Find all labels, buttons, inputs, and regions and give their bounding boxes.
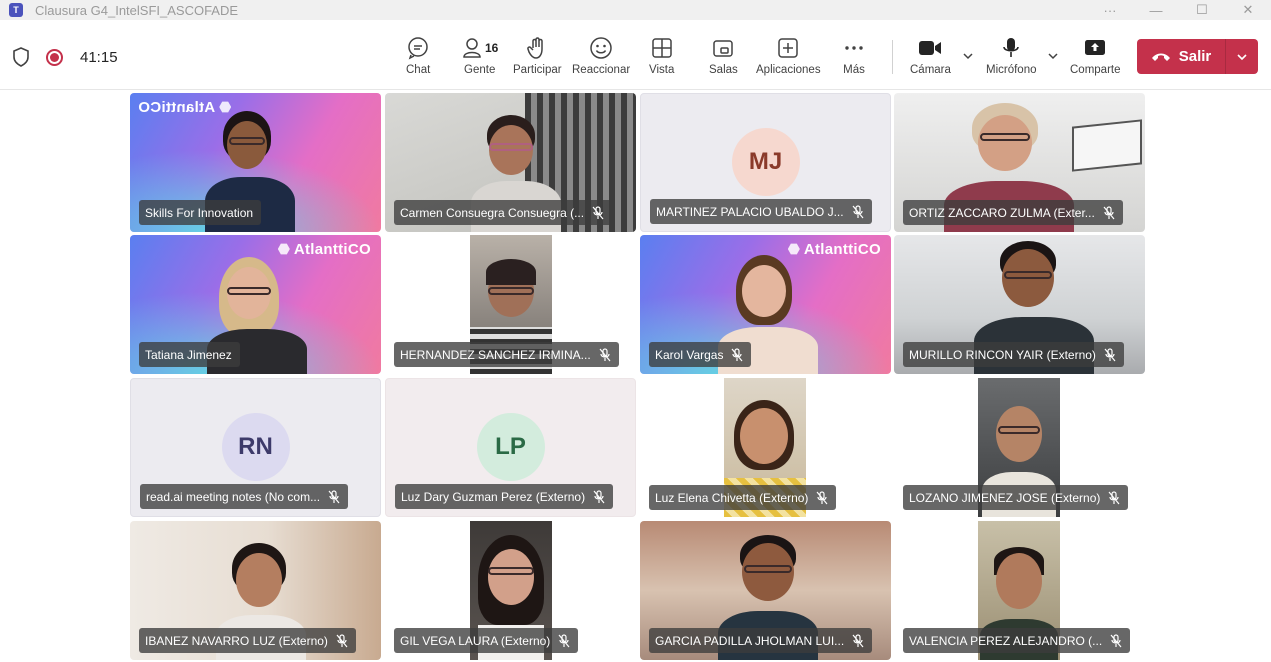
camera-icon xyxy=(917,36,943,60)
toolbar-divider xyxy=(892,40,893,74)
participant-tile[interactable]: GIL VEGA LAURA (Externo) xyxy=(385,521,636,660)
participant-name-tag: MURILLO RINCON YAIR (Externo) xyxy=(903,342,1124,367)
mic-muted-icon xyxy=(328,489,340,503)
participant-name-tag: LOZANO JIMENEZ JOSE (Externo) xyxy=(903,485,1129,510)
participant-name-tag: GIL VEGA LAURA (Externo) xyxy=(394,628,579,653)
add-app-icon xyxy=(776,36,800,60)
participant-tile[interactable]: Luz Elena Chivetta (Externo) xyxy=(640,378,891,517)
mic-muted-icon xyxy=(732,347,743,361)
participant-name-tag: Luz Dary Guzman Perez (Externo) xyxy=(395,484,614,509)
share-button[interactable]: Comparte xyxy=(1070,36,1121,82)
participant-name-tag: IBANEZ NAVARRO LUZ (Externo) xyxy=(139,628,356,653)
grid-view-icon xyxy=(650,36,674,60)
participant-name-tag: VALENCIA PEREZ ALEJANDRO (... xyxy=(903,628,1131,653)
participant-name-tag: ORTIZ ZACCARO ZULMA (Exter... xyxy=(903,200,1123,225)
participant-name-tag: Luz Elena Chivetta (Externo) xyxy=(649,485,837,510)
participant-tile[interactable]: AtlanttiCO Karol Vargas xyxy=(640,235,891,374)
participant-tile[interactable]: HERNANDEZ SANCHEZ IRMINA... xyxy=(385,235,636,374)
people-button[interactable]: 16 Gente xyxy=(461,36,498,82)
window-controls: ··· — ☐ ✕ xyxy=(1087,0,1271,20)
people-count: 16 xyxy=(485,41,499,55)
chat-icon xyxy=(406,36,430,60)
mic-muted-icon xyxy=(558,633,570,647)
meeting-timer: 41:15 xyxy=(80,49,118,66)
mic-muted-icon xyxy=(592,205,604,219)
atlantico-logo: AtlanttiCO xyxy=(277,241,371,258)
window-title-bar: T Clausura G4_IntelSFI_ASCOFADE ··· — ☐ … xyxy=(0,0,1271,20)
shield-icon xyxy=(13,47,29,67)
people-icon xyxy=(463,38,481,58)
mic-muted-icon xyxy=(599,347,611,361)
leave-button[interactable]: Salir xyxy=(1137,39,1225,74)
close-button[interactable]: ✕ xyxy=(1225,0,1271,20)
video-grid: AtlanttiCO Skills For Innovation Carmen … xyxy=(0,91,1271,662)
participant-tile[interactable]: MURILLO RINCON YAIR (Externo) xyxy=(894,235,1145,374)
rooms-button[interactable]: Salas xyxy=(709,36,738,82)
participant-tile[interactable]: MJ MARTINEZ PALACIO UBALDO J... xyxy=(640,93,891,232)
hand-icon xyxy=(525,36,549,60)
minimize-button[interactable]: — xyxy=(1133,0,1179,20)
participant-name-tag: Tatiana Jimenez xyxy=(139,342,240,367)
leave-options-chevron-icon[interactable] xyxy=(1226,51,1258,63)
breakout-rooms-icon xyxy=(711,36,735,60)
mic-muted-icon xyxy=(336,633,348,647)
mic-muted-icon xyxy=(1103,205,1115,219)
avatar: LP xyxy=(476,413,545,481)
more-options-icon[interactable]: ··· xyxy=(1087,0,1133,20)
participant-tile[interactable]: ORTIZ ZACCARO ZULMA (Exter... xyxy=(894,93,1145,232)
recording-icon xyxy=(46,49,63,66)
participant-name-tag: read.ai meeting notes (No com... xyxy=(140,484,349,509)
participant-tile[interactable]: IBANEZ NAVARRO LUZ (Externo) xyxy=(130,521,381,660)
participant-name-tag: Karol Vargas xyxy=(649,342,752,367)
view-button[interactable]: Vista xyxy=(649,36,674,82)
mic-muted-icon xyxy=(1104,347,1116,361)
avatar: RN xyxy=(221,413,290,481)
participant-name-tag: Skills For Innovation xyxy=(139,200,262,225)
mic-muted-icon xyxy=(593,489,605,503)
mic-muted-icon xyxy=(852,204,864,218)
more-button[interactable]: Más xyxy=(842,36,866,82)
maximize-button[interactable]: ☐ xyxy=(1179,0,1225,20)
microphone-options-chevron-icon[interactable] xyxy=(1047,50,1059,62)
mic-muted-icon xyxy=(1108,490,1120,504)
share-screen-icon xyxy=(1083,36,1107,60)
mic-muted-icon xyxy=(816,490,828,504)
camera-options-chevron-icon[interactable] xyxy=(962,50,974,62)
participant-tile[interactable]: AtlanttiCO Skills For Innovation xyxy=(130,93,381,232)
window-title: Clausura G4_IntelSFI_ASCOFADE xyxy=(35,2,239,18)
ellipsis-icon xyxy=(842,36,866,60)
avatar: MJ xyxy=(731,128,800,196)
participant-tile[interactable]: AtlanttiCO Tatiana Jimenez xyxy=(130,235,381,374)
participant-tile[interactable]: LOZANO JIMENEZ JOSE (Externo) xyxy=(894,378,1145,517)
smile-icon xyxy=(589,36,613,60)
participant-tile[interactable]: GARCIA PADILLA JHOLMAN LUI... xyxy=(640,521,891,660)
chat-button[interactable]: Chat xyxy=(406,36,430,82)
mic-muted-icon xyxy=(1110,633,1122,647)
participant-tile[interactable]: VALENCIA PEREZ ALEJANDRO (... xyxy=(894,521,1145,660)
participant-name-tag: HERNANDEZ SANCHEZ IRMINA... xyxy=(394,342,619,367)
apps-button[interactable]: Aplicaciones xyxy=(756,36,821,82)
hang-up-icon xyxy=(1151,53,1170,61)
leave-button-group: Salir xyxy=(1137,39,1258,74)
react-button[interactable]: Reaccionar xyxy=(572,36,630,82)
microphone-icon xyxy=(1000,36,1022,60)
participant-name-tag: Carmen Consuegra Consuegra (... xyxy=(394,200,613,225)
teams-logo-icon: T xyxy=(9,3,23,17)
participant-name-tag: GARCIA PADILLA JHOLMAN LUI... xyxy=(649,628,873,653)
participant-tile[interactable]: RN read.ai meeting notes (No com... xyxy=(130,378,381,517)
meeting-toolbar: 41:15 Chat 16 Gente Participar Reacciona… xyxy=(0,20,1271,90)
microphone-button[interactable]: Micrófono xyxy=(986,36,1037,82)
camera-button[interactable]: Cámara xyxy=(910,36,951,82)
participant-name-tag: MARTINEZ PALACIO UBALDO J... xyxy=(650,199,872,224)
participant-tile[interactable]: LP Luz Dary Guzman Perez (Externo) xyxy=(385,378,636,517)
mic-muted-icon xyxy=(852,633,864,647)
participant-tile[interactable]: Carmen Consuegra Consuegra (... xyxy=(385,93,636,232)
raise-hand-button[interactable]: Participar xyxy=(513,36,562,82)
